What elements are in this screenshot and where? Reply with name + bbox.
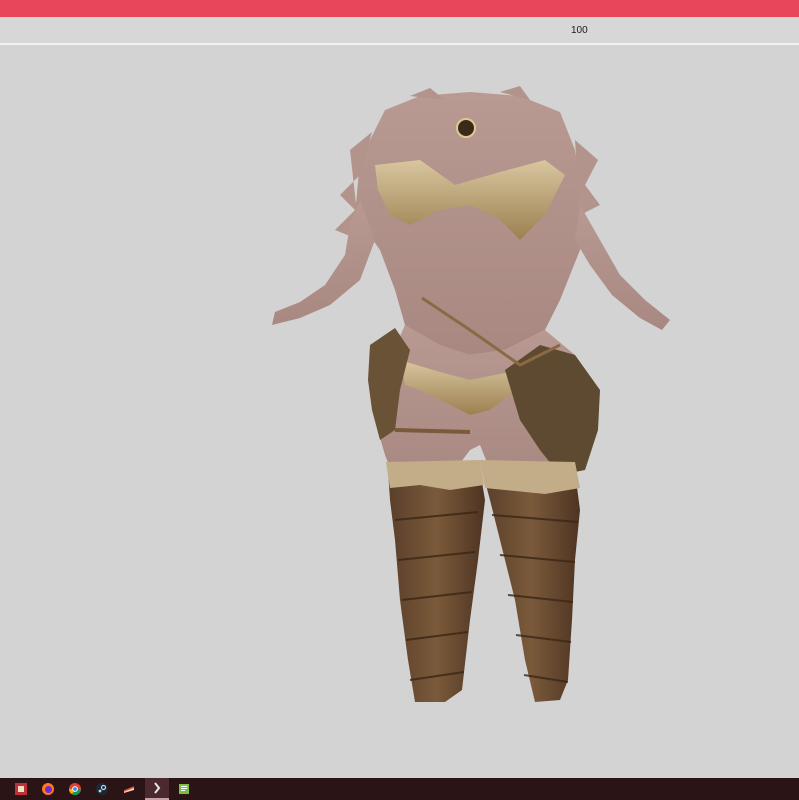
slider-value-label: 100 — [571, 25, 588, 36]
model-right-boot-fur — [480, 460, 580, 494]
cake-icon — [123, 786, 135, 793]
app-icon-red — [15, 783, 27, 795]
model-render — [272, 86, 670, 702]
firefox-icon — [42, 783, 54, 795]
model-left-arm — [272, 200, 375, 325]
model-left-boot-fur — [386, 460, 484, 490]
window-title-bar[interactable] — [0, 0, 799, 17]
3d-viewport[interactable] — [0, 45, 799, 778]
taskbar-item-notepad[interactable] — [172, 778, 196, 800]
model-amulet — [456, 118, 476, 138]
notepad-icon — [179, 784, 189, 794]
model-right-boot — [482, 470, 580, 702]
taskbar-item-firefox[interactable] — [36, 778, 60, 800]
model-thigh-strap — [394, 428, 471, 434]
taskbar-item-chrome[interactable] — [63, 778, 87, 800]
taskbar-item-cake[interactable] — [117, 778, 141, 800]
taskbar-item-outfit-studio[interactable] — [145, 778, 169, 800]
steam-icon — [96, 783, 108, 795]
taskbar-item-steam[interactable] — [90, 778, 114, 800]
model-right-arm — [575, 205, 670, 330]
outfit-studio-icon — [154, 782, 161, 794]
model-left-boot — [388, 470, 485, 702]
chrome-icon — [69, 783, 81, 795]
toolbar: 100 — [0, 17, 799, 45]
taskbar-item-app[interactable] — [9, 778, 33, 800]
taskbar — [0, 778, 799, 800]
